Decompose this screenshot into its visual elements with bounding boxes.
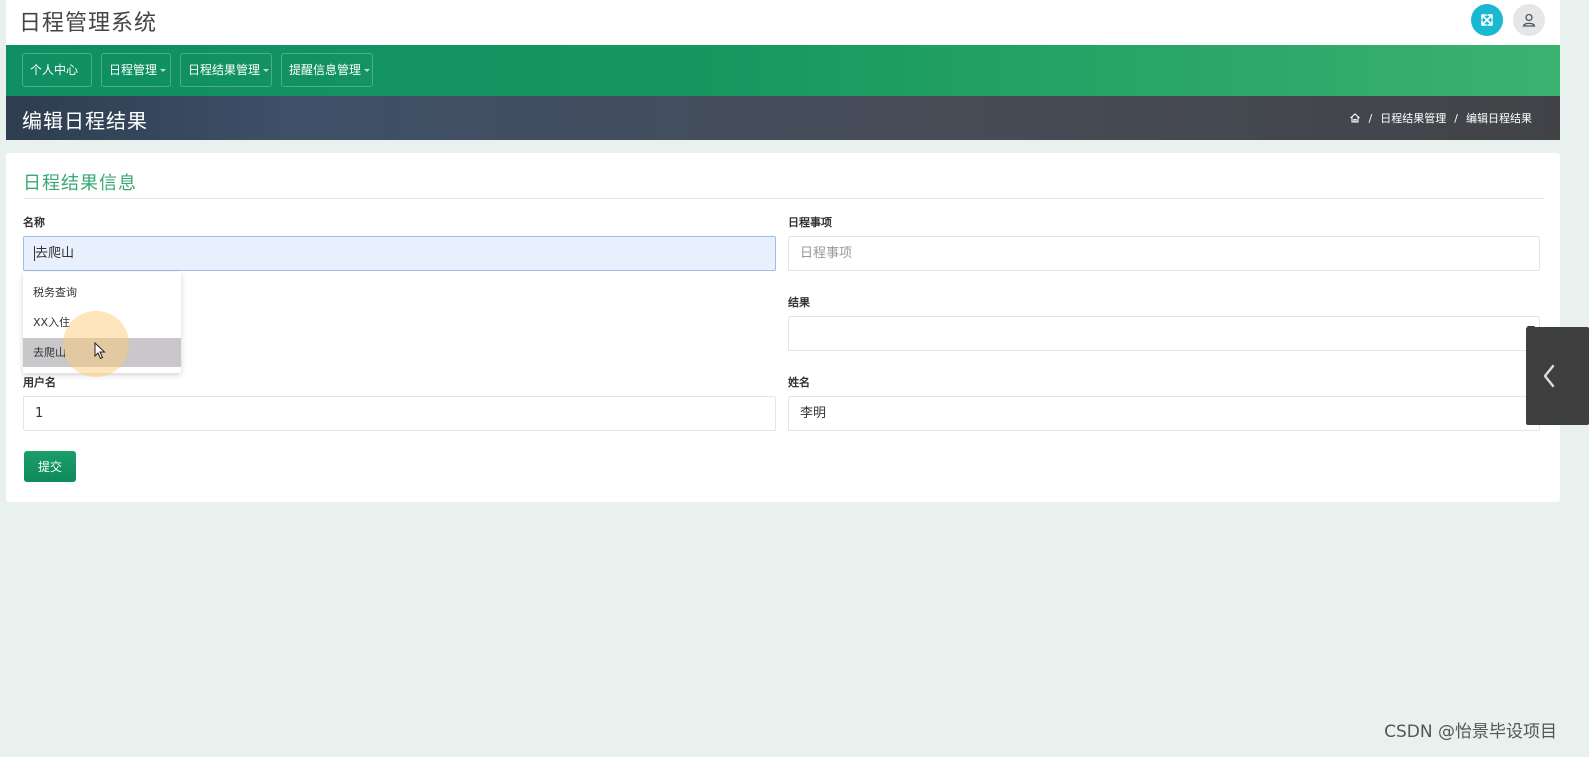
app-frame: 日程管理系统 个人中心 日程管理 日程结果管理 提醒信息管理 编辑日程结果 / … xyxy=(6,0,1560,757)
app-title: 日程管理系统 xyxy=(19,11,158,36)
breadcrumb: / 日程结果管理 / 编辑日程结果 xyxy=(1349,110,1532,126)
nav-item-label: 日程管理 xyxy=(109,63,158,77)
home-icon[interactable] xyxy=(1349,112,1361,124)
name-label: 名称 xyxy=(23,216,45,229)
username-input-value: 1 xyxy=(35,406,44,421)
name-input-value: 去爬山 xyxy=(35,246,75,261)
submit-button[interactable]: 提交 xyxy=(24,451,76,482)
nav-item-personal-center[interactable]: 个人中心 xyxy=(22,53,92,87)
full-name-input[interactable]: 李明 xyxy=(788,396,1540,431)
breadcrumb-item-result-management[interactable]: 日程结果管理 xyxy=(1380,110,1446,126)
watermark: CSDN @怡景毕设项目 xyxy=(1384,722,1557,742)
autocomplete-option[interactable]: 税务查询 xyxy=(23,278,181,307)
full-name-label: 姓名 xyxy=(788,376,810,389)
divider xyxy=(23,198,1544,199)
schedule-item-input[interactable] xyxy=(788,236,1540,271)
nav-item-label: 个人中心 xyxy=(30,63,79,77)
username-input[interactable]: 1 xyxy=(23,396,776,431)
fullscreen-button[interactable] xyxy=(1471,4,1503,36)
caret-down-icon xyxy=(364,69,371,72)
breadcrumb-separator: / xyxy=(1368,111,1373,125)
caret-down-icon xyxy=(263,69,270,72)
name-input[interactable]: 去爬山 xyxy=(23,236,776,271)
top-header: 日程管理系统 xyxy=(6,0,1560,45)
result-select[interactable] xyxy=(788,316,1540,351)
nav-item-schedule-management[interactable]: 日程管理 xyxy=(101,53,171,87)
form-card: 日程结果信息 名称 去爬山 日程事项 结果 用户名 1 姓名 李明 税务查询 X… xyxy=(6,153,1560,502)
nav-item-reminder-management[interactable]: 提醒信息管理 xyxy=(281,53,373,87)
caret-down-icon xyxy=(160,69,167,72)
text-caret xyxy=(34,246,35,261)
user-icon xyxy=(1522,13,1536,27)
chevron-left-icon xyxy=(1543,364,1555,388)
result-label: 结果 xyxy=(788,296,810,309)
mouse-cursor-icon xyxy=(94,342,106,360)
page-title: 编辑日程结果 xyxy=(22,109,148,133)
page-banner: 编辑日程结果 / 日程结果管理 / 编辑日程结果 xyxy=(6,96,1560,140)
nav-item-label: 提醒信息管理 xyxy=(289,63,362,77)
main-nav: 个人中心 日程管理 日程结果管理 提醒信息管理 xyxy=(6,45,1560,96)
user-menu-button[interactable] xyxy=(1513,4,1545,36)
form-title: 日程结果信息 xyxy=(23,173,137,194)
full-name-input-value: 李明 xyxy=(800,406,827,421)
nav-item-result-management[interactable]: 日程结果管理 xyxy=(180,53,272,87)
schedule-item-label: 日程事项 xyxy=(788,216,832,229)
nav-item-label: 日程结果管理 xyxy=(188,63,261,77)
breadcrumb-item-current: 编辑日程结果 xyxy=(1466,112,1532,125)
side-panel-toggle[interactable] xyxy=(1526,327,1589,425)
expand-arrows-icon xyxy=(1481,14,1493,26)
breadcrumb-separator: / xyxy=(1454,111,1458,125)
username-label: 用户名 xyxy=(23,376,56,389)
